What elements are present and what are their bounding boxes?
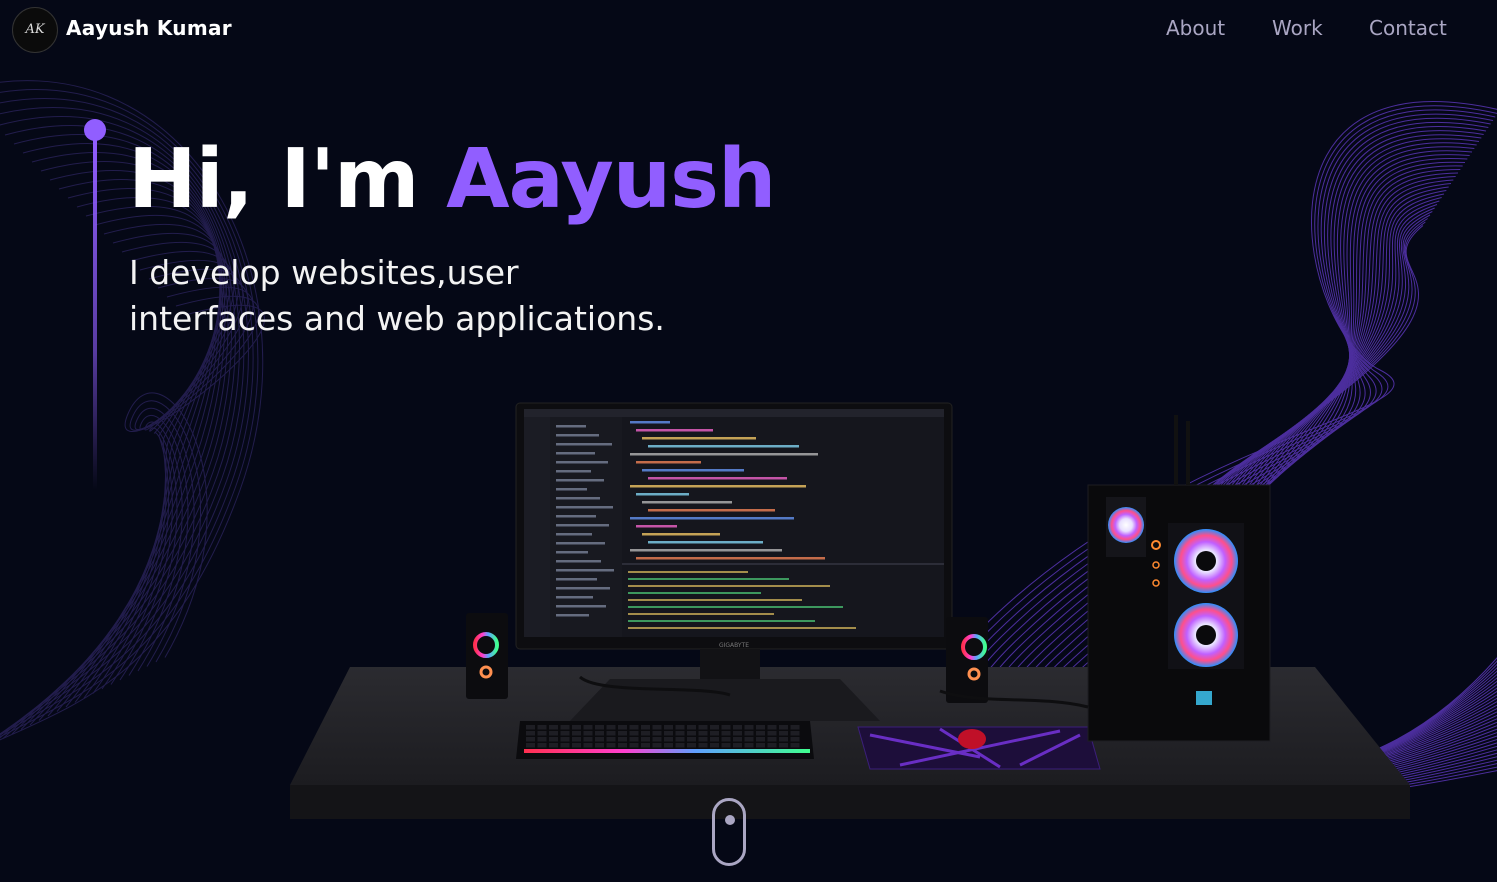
scroll-indicator-dot <box>725 815 735 825</box>
nav-link-about[interactable]: About <box>1166 16 1225 40</box>
hero-subtitle: I develop websites,user interfaces and w… <box>129 250 749 342</box>
monitor-brand: GIGABYTE <box>719 642 749 649</box>
navbar: AK Aayush Kumar About Work Contact <box>0 0 1497 58</box>
hero-accent-dot <box>84 119 106 141</box>
hero-greeting: Hi, I'm <box>128 132 419 227</box>
logo-text: AK <box>25 22 45 37</box>
desk-edge <box>290 785 1410 819</box>
speaker-right <box>946 617 988 703</box>
mouse <box>958 729 986 749</box>
pc-fan-side <box>1108 507 1144 543</box>
nav-link-work[interactable]: Work <box>1272 16 1323 40</box>
hero-accent-line <box>93 140 97 490</box>
scroll-indicator[interactable] <box>712 798 746 866</box>
hero-subtitle-line-1: I develop websites,user <box>129 253 519 292</box>
logo[interactable]: AK <box>12 7 58 53</box>
brand-name[interactable]: Aayush Kumar <box>66 16 232 40</box>
hero-name: Aayush <box>446 132 776 227</box>
nav-link-contact[interactable]: Contact <box>1369 16 1447 40</box>
monitor-stand-neck <box>700 649 760 679</box>
hero-subtitle-line-2: interfaces and web applications. <box>129 299 665 338</box>
hero-title: Hi, I'm Aayush <box>128 132 776 227</box>
monitor-stand-base <box>570 679 880 721</box>
desk-setup-3d-scene[interactable]: GIGABYTE <box>280 395 1420 825</box>
